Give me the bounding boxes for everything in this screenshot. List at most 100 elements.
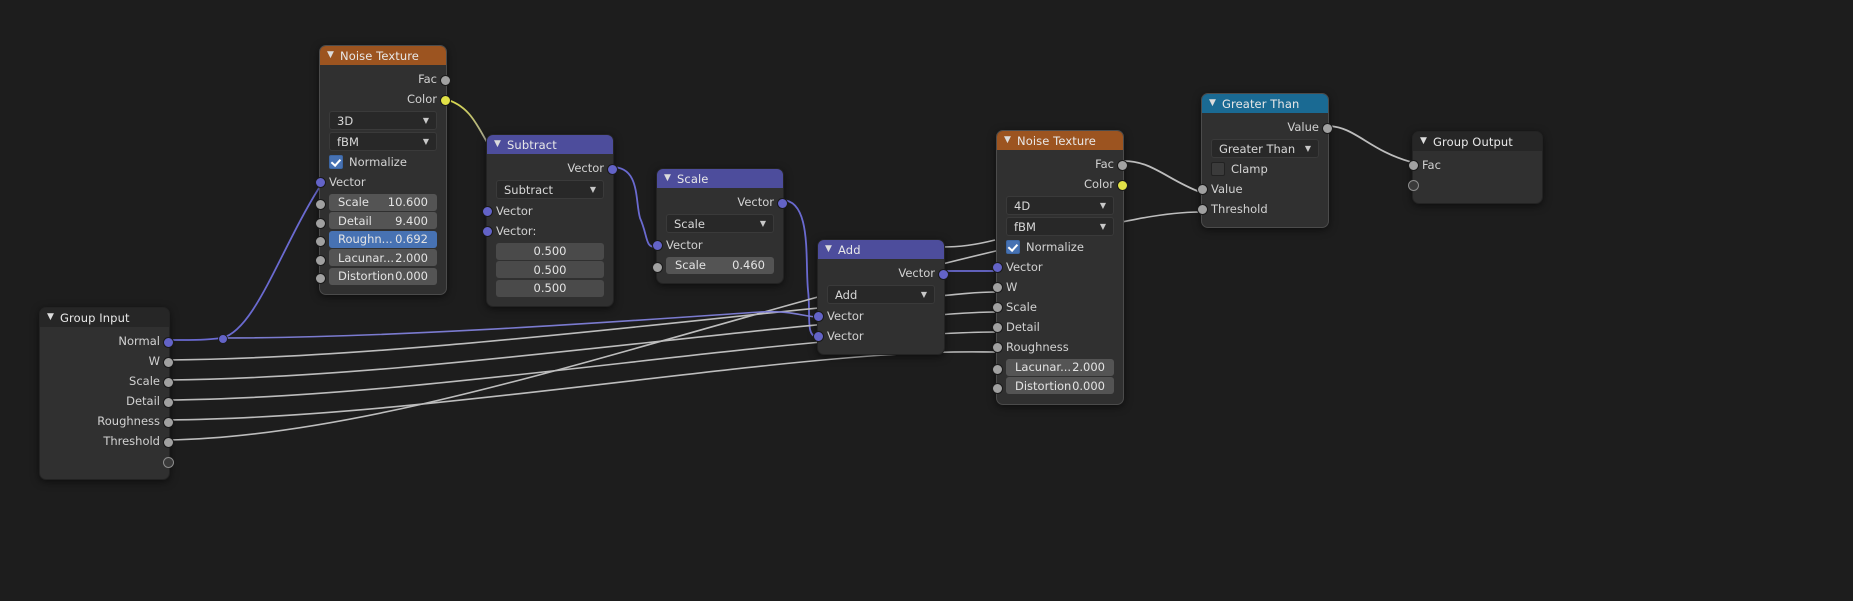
- socket-row-vector[interactable]: Vector: [992, 257, 1123, 277]
- input-socket-distortion[interactable]: [315, 273, 326, 284]
- node-header-subtract[interactable]: ▼ Subtract: [487, 135, 613, 154]
- output-socket-vector[interactable]: [938, 268, 949, 280]
- socket-row-detail[interactable]: Detail: [40, 391, 174, 411]
- dropdown-dimension[interactable]: 3D ▼: [329, 111, 437, 130]
- socket-row-threshold[interactable]: Threshold: [40, 431, 174, 451]
- field-value[interactable]: 2.000: [395, 251, 428, 265]
- output-socket-fac[interactable]: [440, 74, 451, 86]
- output-socket-normal[interactable]: [163, 336, 174, 348]
- socket-row-virtual[interactable]: [1408, 175, 1542, 195]
- input-socket-vector-a[interactable]: [482, 206, 493, 217]
- output-socket-detail[interactable]: [163, 396, 174, 408]
- socket-row-virtual[interactable]: [40, 451, 174, 471]
- socket-row-normal[interactable]: Normal: [40, 331, 174, 351]
- socket-row-vector-in[interactable]: Vector: [652, 235, 783, 255]
- checkbox-icon[interactable]: [1006, 239, 1020, 254]
- node-vector-math-subtract[interactable]: ▼ Subtract Vector Subtract ▼ Vector Vect…: [482, 134, 618, 307]
- field-value[interactable]: 0.692: [395, 232, 428, 246]
- input-socket-scale[interactable]: [315, 199, 326, 210]
- field-value[interactable]: 0.460: [732, 258, 765, 272]
- node-group-output[interactable]: ▼ Group Output Fac: [1408, 131, 1543, 204]
- node-header-noise-texture-1[interactable]: ▼ Noise Texture: [320, 46, 446, 65]
- reroute-node-normal[interactable]: [218, 334, 228, 344]
- input-socket-vector-b[interactable]: [813, 331, 824, 342]
- chevron-down-icon[interactable]: ▼: [825, 245, 832, 254]
- chevron-down-icon[interactable]: ▼: [1305, 144, 1311, 153]
- field-scale[interactable]: Scale 0.460: [652, 256, 783, 274]
- field-value[interactable]: 0.000: [1072, 379, 1105, 393]
- node-editor-canvas[interactable]: ▼ Group Input Normal W Scale Detail Roug…: [0, 0, 1853, 601]
- node-header-noise-texture-2[interactable]: ▼ Noise Texture: [997, 131, 1123, 150]
- field-value[interactable]: 0.500: [534, 281, 567, 295]
- dropdown-operation[interactable]: Greater Than ▼: [1211, 139, 1319, 158]
- checkbox-clamp[interactable]: Clamp: [1211, 160, 1319, 177]
- node-vector-math-add[interactable]: ▼ Add Vector Add ▼ Vector Vector: [813, 239, 949, 355]
- node-header-greater-than[interactable]: ▼ Greater Than: [1202, 94, 1328, 113]
- input-socket-w[interactable]: [992, 282, 1003, 293]
- input-socket-scale[interactable]: [992, 302, 1003, 313]
- node-noise-texture-2[interactable]: ▼ Noise Texture Fac Color 4D ▼ fBM ▼ Nor…: [992, 130, 1128, 405]
- field-distortion[interactable]: Distortion 0.000: [315, 267, 446, 285]
- input-socket-roughness[interactable]: [315, 236, 326, 247]
- input-socket-distortion[interactable]: [992, 382, 1003, 394]
- field-value[interactable]: 9.400: [395, 214, 428, 228]
- field-lacunarity[interactable]: Lacunar... 2.000: [992, 358, 1123, 376]
- field-value[interactable]: 10.600: [388, 195, 428, 209]
- checkbox-icon[interactable]: [1211, 161, 1225, 176]
- socket-row-scale[interactable]: Scale: [40, 371, 174, 391]
- chevron-down-icon[interactable]: ▼: [47, 313, 54, 322]
- input-socket-lacunarity[interactable]: [315, 254, 326, 266]
- dropdown-operation[interactable]: Subtract ▼: [496, 180, 604, 199]
- socket-row-fac[interactable]: Fac: [997, 154, 1128, 174]
- node-math-greater-than[interactable]: ▼ Greater Than Value Greater Than ▼ Clam…: [1197, 93, 1333, 228]
- node-group-input[interactable]: ▼ Group Input Normal W Scale Detail Roug…: [39, 307, 174, 480]
- input-socket-threshold[interactable]: [1197, 204, 1208, 215]
- checkbox-icon[interactable]: [329, 154, 343, 169]
- output-socket-color[interactable]: [1117, 179, 1128, 191]
- dropdown-dimension[interactable]: 4D ▼: [1006, 196, 1114, 215]
- output-socket-color[interactable]: [440, 94, 451, 106]
- socket-row-detail[interactable]: Detail: [992, 317, 1123, 337]
- dropdown-operation[interactable]: Scale ▼: [666, 214, 774, 233]
- output-socket-w[interactable]: [163, 356, 174, 368]
- node-vector-math-scale[interactable]: ▼ Scale Vector Scale ▼ Vector Scale 0.46…: [652, 168, 788, 284]
- socket-row-vector-b[interactable]: Vector:: [482, 221, 613, 241]
- output-socket-vector[interactable]: [607, 163, 618, 175]
- vector-value-z[interactable]: 0.500: [496, 279, 604, 297]
- chevron-down-icon[interactable]: ▼: [327, 51, 334, 60]
- socket-row-roughness[interactable]: Roughness: [992, 337, 1123, 357]
- socket-row-vector[interactable]: Vector: [315, 172, 446, 192]
- input-socket-vector-a[interactable]: [813, 311, 824, 322]
- node-header-add[interactable]: ▼ Add: [818, 240, 944, 259]
- chevron-down-icon[interactable]: ▼: [590, 185, 596, 194]
- field-roughness[interactable]: Roughn... 0.692: [315, 230, 446, 248]
- socket-row-color[interactable]: Color: [320, 89, 451, 109]
- checkbox-normalize[interactable]: Normalize: [329, 153, 437, 170]
- field-distortion[interactable]: Distortion 0.000: [992, 377, 1123, 394]
- vector-value-y[interactable]: 0.500: [496, 261, 604, 278]
- checkbox-normalize[interactable]: Normalize: [1006, 238, 1114, 255]
- input-socket-virtual[interactable]: [1408, 180, 1419, 191]
- input-socket-vector[interactable]: [652, 240, 663, 251]
- chevron-down-icon[interactable]: ▼: [1100, 222, 1106, 231]
- input-socket-value[interactable]: [1197, 184, 1208, 195]
- chevron-down-icon[interactable]: ▼: [1100, 201, 1106, 210]
- output-socket-virtual[interactable]: [163, 456, 174, 468]
- socket-row-roughness[interactable]: Roughness: [40, 411, 174, 431]
- dropdown-operation[interactable]: Add ▼: [827, 285, 935, 304]
- chevron-down-icon[interactable]: ▼: [921, 290, 927, 299]
- socket-row-color[interactable]: Color: [997, 174, 1128, 194]
- output-socket-roughness[interactable]: [163, 416, 174, 428]
- field-value[interactable]: 0.500: [534, 263, 567, 277]
- socket-row-vector-a[interactable]: Vector: [482, 201, 613, 221]
- chevron-down-icon[interactable]: ▼: [1209, 99, 1216, 108]
- input-socket-detail[interactable]: [315, 217, 326, 229]
- node-header-group-output[interactable]: ▼ Group Output: [1413, 132, 1542, 151]
- output-socket-value[interactable]: [1322, 122, 1333, 134]
- output-socket-fac[interactable]: [1117, 159, 1128, 171]
- socket-row-vector-a[interactable]: Vector: [813, 306, 944, 326]
- socket-row-value-out[interactable]: Value: [1202, 117, 1333, 137]
- field-lacunarity[interactable]: Lacunar... 2.000: [315, 249, 446, 266]
- chevron-down-icon[interactable]: ▼: [760, 219, 766, 228]
- field-value[interactable]: 2.000: [1072, 360, 1105, 374]
